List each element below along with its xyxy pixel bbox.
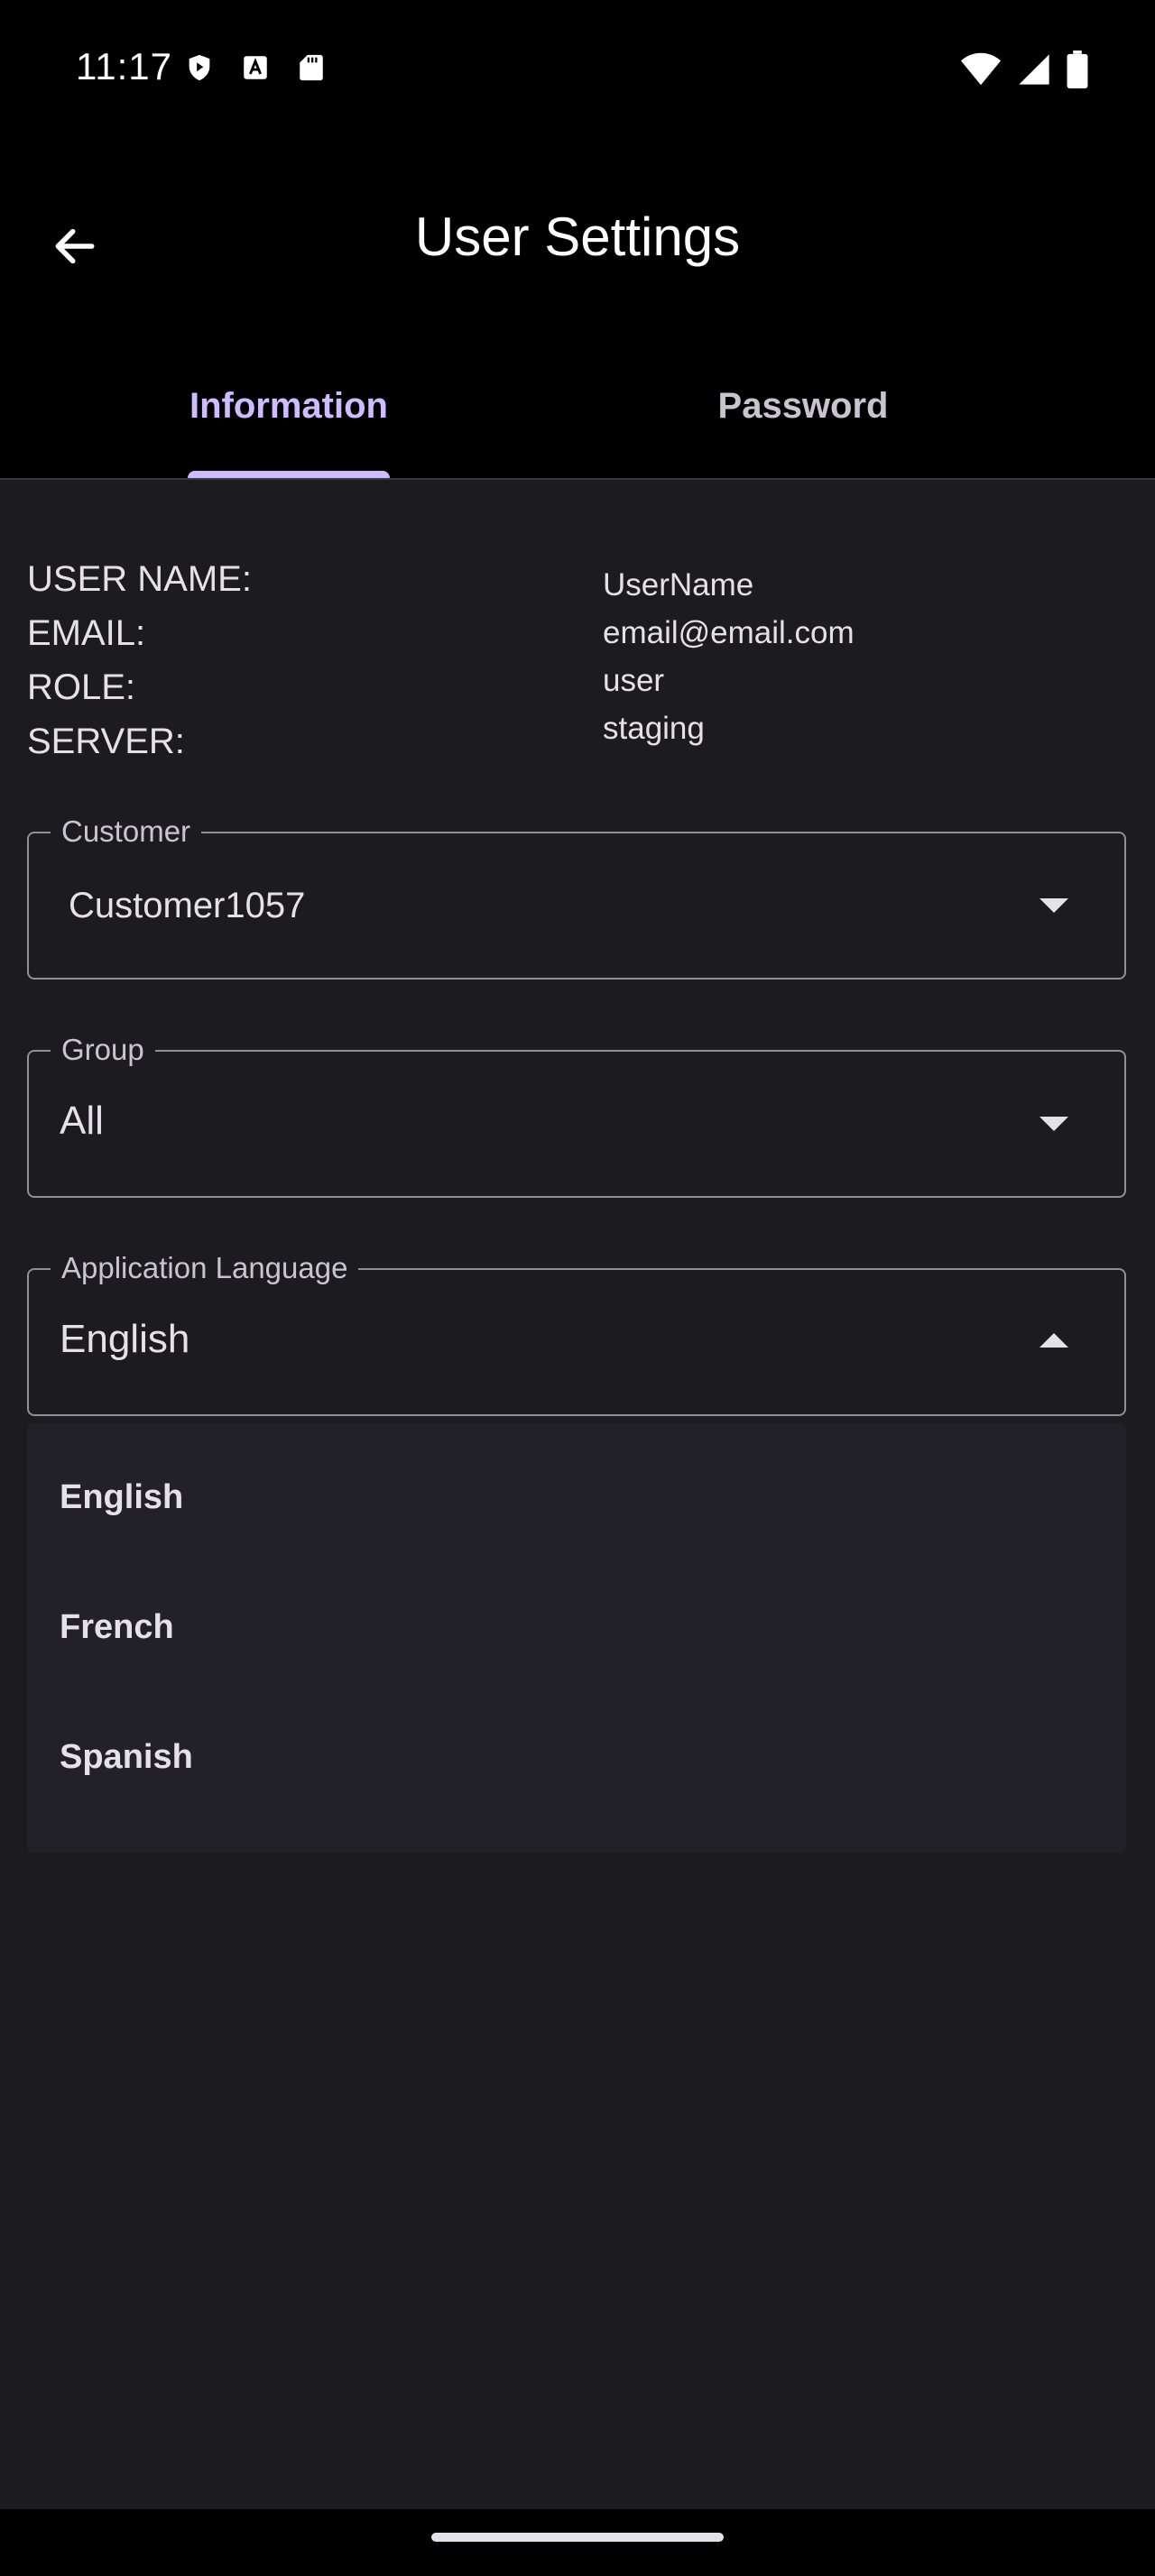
group-label: Group bbox=[51, 1032, 155, 1068]
tab-information[interactable]: Information bbox=[0, 334, 578, 478]
user-info-labels: USER NAME: EMAIL: ROLE: SERVER: bbox=[27, 552, 252, 768]
app-bar: User Settings bbox=[0, 144, 1155, 334]
group-dropdown[interactable]: Group All bbox=[27, 1032, 1126, 1198]
chevron-up-icon bbox=[1040, 1333, 1068, 1348]
language-option-spanish[interactable]: Spanish bbox=[27, 1692, 1126, 1822]
status-icons-right bbox=[960, 51, 1088, 88]
page-title: User Settings bbox=[414, 207, 741, 267]
tab-bar: Information Password bbox=[0, 334, 1155, 480]
role-value: user bbox=[603, 663, 665, 698]
status-icons-left bbox=[184, 51, 327, 85]
customer-label: Customer bbox=[51, 814, 202, 850]
chevron-down-icon bbox=[1040, 898, 1068, 913]
signal-icon bbox=[1019, 54, 1049, 85]
battery-icon bbox=[1067, 51, 1088, 88]
user-name-label: USER NAME: bbox=[27, 559, 252, 599]
language-dropdown[interactable]: Application Language English bbox=[27, 1250, 1126, 1416]
tab-password[interactable]: Password bbox=[514, 334, 1092, 478]
language-menu: English French Spanish bbox=[27, 1423, 1126, 1853]
language-option-french[interactable]: French bbox=[27, 1562, 1126, 1692]
user-info-values: UserName email@email.com user staging bbox=[603, 561, 855, 752]
email-label: EMAIL: bbox=[27, 613, 146, 653]
settings-content: USER NAME: EMAIL: ROLE: SERVER: UserName… bbox=[0, 480, 1155, 2509]
status-bar: 11:17 bbox=[0, 0, 1155, 144]
role-label: ROLE: bbox=[27, 667, 136, 707]
user-name-value: UserName bbox=[603, 567, 754, 603]
email-value: email@email.com bbox=[603, 615, 855, 650]
sd-card-icon bbox=[300, 54, 323, 81]
font-a-icon bbox=[244, 56, 267, 79]
tab-indicator bbox=[188, 471, 390, 478]
chevron-down-icon bbox=[1040, 1117, 1068, 1131]
customer-dropdown[interactable]: Customer Customer1057 bbox=[27, 814, 1126, 980]
language-label: Application Language bbox=[51, 1250, 359, 1286]
shield-icon bbox=[189, 54, 210, 81]
language-option-english[interactable]: English bbox=[27, 1432, 1126, 1562]
status-time: 11:17 bbox=[76, 45, 172, 87]
server-label: SERVER: bbox=[27, 722, 185, 761]
group-value: All bbox=[60, 1099, 104, 1143]
language-value: English bbox=[60, 1317, 190, 1361]
wifi-icon bbox=[960, 52, 1002, 86]
customer-value: Customer1057 bbox=[69, 886, 306, 925]
gesture-handle[interactable] bbox=[431, 2533, 724, 2542]
server-value: staging bbox=[603, 711, 705, 746]
gesture-nav-bar bbox=[0, 2509, 1155, 2576]
